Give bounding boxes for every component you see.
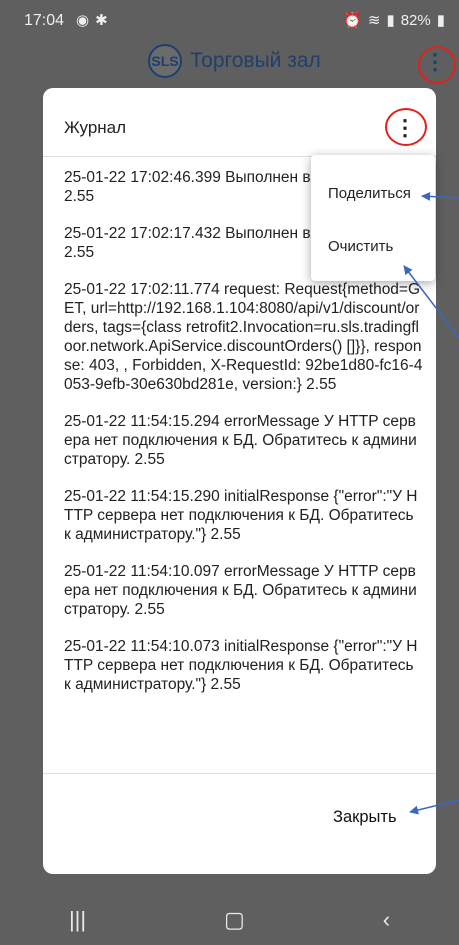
gear-icon: ✱ bbox=[95, 12, 108, 29]
menu-item-clear[interactable]: Очистить bbox=[328, 238, 393, 255]
signal-icon: ▮ bbox=[386, 12, 395, 29]
app-title: Торговый зал bbox=[190, 49, 321, 72]
system-nav-bar: ||| ▢ ‹ bbox=[0, 895, 459, 945]
battery-icon: ▮ bbox=[436, 12, 445, 29]
dialog-header: Журнал ⋮ bbox=[43, 88, 436, 157]
log-entry: 25-01-22 11:54:15.290 initialResponse {"… bbox=[64, 488, 418, 543]
alarm-icon: ⏰ bbox=[343, 12, 362, 29]
circle-dot-icon: ◉ bbox=[76, 12, 90, 29]
recents-icon[interactable]: ||| bbox=[69, 907, 86, 933]
logo-text: SLS bbox=[151, 53, 179, 69]
log-entry: 25-01-22 11:54:10.097 errorMessage У HTT… bbox=[64, 563, 417, 618]
menu-item-share[interactable]: Поделиться bbox=[328, 185, 411, 202]
annotation-circle-top bbox=[418, 46, 456, 84]
app-logo: SLS bbox=[148, 44, 182, 78]
status-time: 17:04 bbox=[24, 12, 65, 29]
log-entry: 25-01-22 17:02:11.774 request: Request{m… bbox=[64, 281, 423, 393]
dialog-footer: Закрыть bbox=[43, 773, 436, 874]
wifi-icon: ≋ bbox=[367, 12, 381, 29]
log-entry: 25-01-22 11:54:15.294 errorMessage У HTT… bbox=[64, 413, 417, 468]
annotation-circle-dialog bbox=[385, 108, 427, 146]
popup-menu: Поделиться Очистить bbox=[311, 155, 435, 281]
back-icon[interactable]: ‹ bbox=[383, 907, 390, 933]
status-bar: 17:04 ◉ ✱ ⏰ ≋ ▮ 82% ▮ bbox=[0, 0, 459, 44]
dialog-title: Журнал bbox=[64, 118, 127, 137]
home-icon[interactable]: ▢ bbox=[224, 907, 245, 933]
battery-percent: 82% bbox=[400, 11, 431, 29]
close-button[interactable]: Закрыть bbox=[333, 808, 397, 827]
log-entry: 25-01-22 11:54:10.073 initialResponse {"… bbox=[64, 638, 418, 693]
app-bar: SLS Торговый зал ⋮ bbox=[0, 44, 459, 88]
